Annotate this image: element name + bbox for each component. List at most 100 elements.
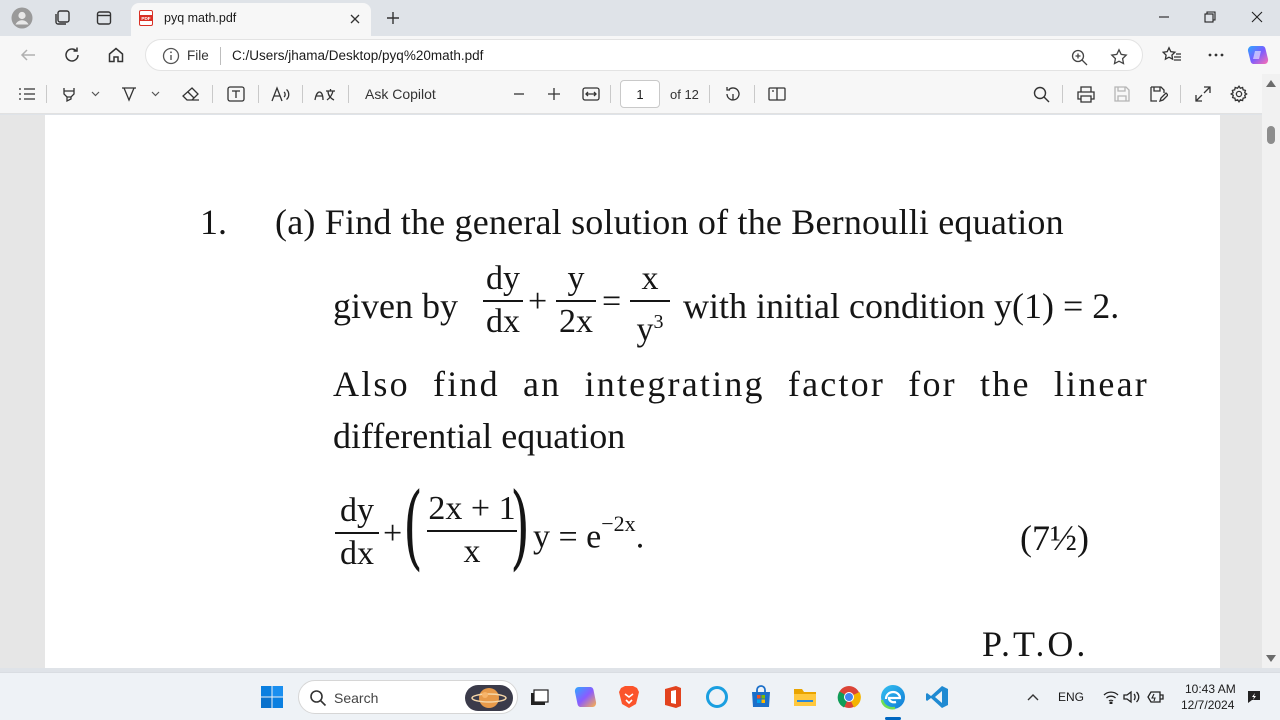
contents-icon[interactable] — [16, 83, 38, 105]
zoom-icon[interactable] — [1068, 46, 1090, 68]
page-number-input[interactable]: 1 — [620, 80, 660, 108]
favorite-star-icon[interactable] — [1108, 46, 1130, 68]
fraction-bar — [630, 300, 670, 302]
fraction-y-2x: y 2x — [556, 260, 596, 341]
draw-icon[interactable] — [118, 83, 140, 105]
page-view-icon[interactable] — [766, 83, 788, 105]
fullscreen-icon[interactable] — [1192, 83, 1214, 105]
current-page: 1 — [636, 86, 644, 102]
find-icon[interactable] — [1030, 83, 1052, 105]
scroll-thumb[interactable] — [1267, 126, 1275, 144]
draw-options-chevron-icon[interactable] — [148, 83, 162, 105]
windows-start-icon[interactable] — [258, 683, 286, 711]
toolbar-divider — [1180, 85, 1181, 103]
home-button[interactable] — [102, 41, 130, 69]
search-placeholder: Search — [334, 690, 379, 706]
url-text[interactable]: C:/Users/jhama/Desktop/pyq%20math.pdf — [232, 48, 483, 63]
tab-bar: PDF pyq math.pdf — [0, 0, 1280, 36]
clock-time[interactable]: 10:43 AM — [1185, 682, 1236, 696]
chrome-icon[interactable] — [835, 683, 863, 711]
more-menu-icon[interactable] — [1202, 41, 1230, 69]
numerator: x — [641, 260, 659, 297]
left-parenthesis: ( — [403, 473, 423, 580]
back-button[interactable] — [14, 41, 42, 69]
tab-active[interactable]: PDF pyq math.pdf — [131, 3, 371, 36]
svg-text:PDF: PDF — [141, 16, 150, 21]
rhs-exponent: −2x — [601, 511, 636, 536]
minimize-button[interactable] — [1141, 2, 1187, 32]
copilot-app-icon[interactable] — [571, 683, 599, 711]
new-tab-button[interactable] — [381, 6, 405, 30]
search-icon — [310, 690, 327, 707]
settings-gear-icon[interactable] — [1228, 83, 1250, 105]
cortana-circle-icon[interactable] — [703, 683, 731, 711]
copilot-icon[interactable] — [1244, 41, 1272, 69]
rhs-base: y = e — [533, 518, 602, 556]
language-indicator[interactable]: ENG — [1058, 690, 1084, 704]
zoom-out-icon[interactable] — [508, 83, 530, 105]
close-tab-icon[interactable] — [345, 9, 365, 29]
denominator-base: y — [636, 311, 654, 349]
denominator: y3 — [630, 303, 670, 349]
toolbar-divider — [1062, 85, 1063, 103]
highlight-icon[interactable] — [58, 83, 80, 105]
print-icon[interactable] — [1075, 83, 1097, 105]
show-hidden-icons-chevron-icon[interactable] — [1019, 683, 1047, 711]
fraction-bar — [483, 300, 523, 302]
toolbar-divider — [46, 85, 47, 103]
office-icon[interactable] — [659, 683, 687, 711]
question-text-line-1: (a) Find the general solution of the Ber… — [275, 202, 1064, 242]
brave-browser-icon[interactable] — [615, 683, 643, 711]
tab-title: pyq math.pdf — [164, 11, 237, 25]
info-icon[interactable] — [162, 47, 180, 65]
ask-copilot-button[interactable]: Ask Copilot — [365, 86, 436, 102]
add-text-icon[interactable] — [225, 83, 247, 105]
refresh-button[interactable] — [58, 41, 86, 69]
numerator: dy — [486, 260, 520, 297]
zoom-in-icon[interactable] — [543, 83, 565, 105]
save-as-icon[interactable] — [1148, 83, 1170, 105]
plus-sign: + — [383, 515, 403, 552]
vertical-scrollbar[interactable] — [1262, 74, 1280, 668]
microsoft-store-icon[interactable] — [747, 683, 775, 711]
pdf-viewer[interactable]: 1. (a) Find the general solution of the … — [0, 115, 1262, 668]
notifications-icon[interactable] — [1240, 683, 1268, 711]
clock-date[interactable]: 12/7/2024 — [1181, 698, 1234, 712]
scroll-up-arrow-icon[interactable] — [1266, 80, 1276, 87]
profile-icon[interactable] — [10, 6, 34, 30]
rhs-text: y = e−2x. — [533, 511, 644, 556]
fit-to-width-icon[interactable] — [580, 83, 602, 105]
toolbar-divider — [709, 85, 710, 103]
numerator: y — [567, 260, 585, 297]
battery-icon[interactable] — [1142, 683, 1170, 711]
scroll-down-arrow-icon[interactable] — [1266, 655, 1276, 662]
task-view-icon[interactable] — [525, 683, 553, 711]
eraser-icon[interactable] — [180, 83, 202, 105]
taskbar-search[interactable]: Search — [298, 680, 518, 714]
fraction-bar — [335, 532, 379, 534]
rotate-icon[interactable] — [722, 83, 744, 105]
scheme-label: File — [187, 48, 209, 63]
numerator: dy — [340, 492, 374, 529]
highlight-options-chevron-icon[interactable] — [88, 83, 102, 105]
fraction-bar — [427, 530, 517, 532]
fraction-dy-dx: dy dx — [483, 260, 523, 341]
vscode-icon[interactable] — [923, 683, 951, 711]
address-bar[interactable]: File C:/Users/jhama/Desktop/pyq%20math.p… — [145, 39, 1143, 71]
denominator: dx — [486, 303, 520, 340]
workspaces-icon[interactable] — [50, 6, 74, 30]
favorites-icon[interactable] — [1158, 41, 1186, 69]
save-icon[interactable] — [1111, 83, 1133, 105]
translate-icon[interactable] — [313, 83, 337, 105]
file-explorer-icon[interactable] — [791, 683, 819, 711]
close-window-button[interactable] — [1234, 2, 1280, 32]
read-aloud-icon[interactable] — [270, 83, 292, 105]
edge-browser-icon[interactable] — [879, 683, 907, 711]
toolbar-divider — [610, 85, 611, 103]
equals-sign: = — [602, 283, 622, 320]
denominator: dx — [340, 535, 374, 572]
address-row: File C:/Users/jhama/Desktop/pyq%20math.p… — [0, 36, 1280, 74]
restore-button[interactable] — [1187, 2, 1233, 32]
exponent: 3 — [653, 311, 664, 333]
tab-actions-icon[interactable] — [92, 6, 116, 30]
